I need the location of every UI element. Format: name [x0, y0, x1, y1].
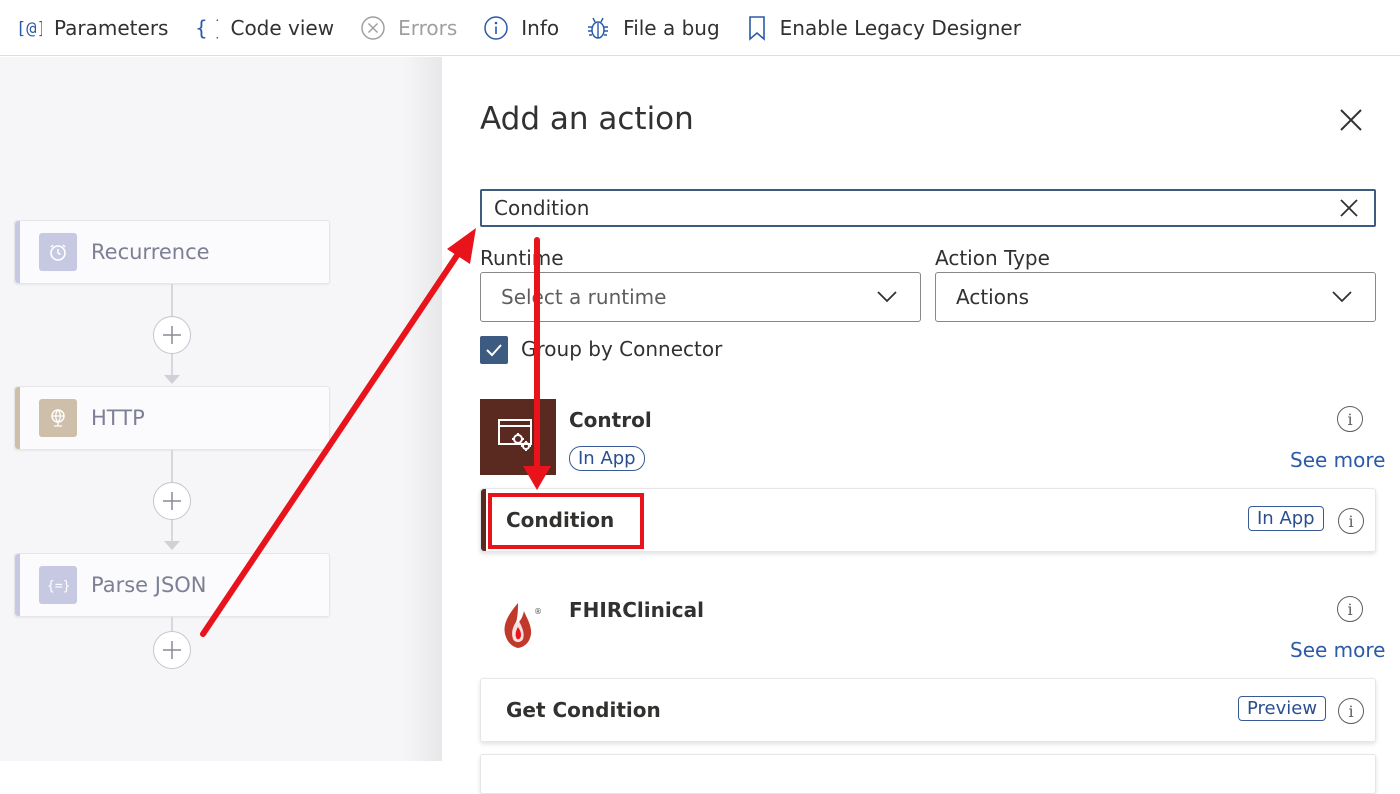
info-label: Info: [521, 15, 560, 40]
node-recurrence[interactable]: Recurrence: [14, 220, 330, 284]
node-accent-bar: [15, 554, 20, 616]
code-view-button[interactable]: { } Code view: [194, 15, 334, 41]
connector-arrow: [164, 375, 180, 384]
action-name: Condition: [506, 508, 615, 532]
svg-text:{ }: { }: [195, 16, 218, 40]
connector-info-button[interactable]: i: [1337, 406, 1363, 432]
legacy-designer-button[interactable]: Enable Legacy Designer: [746, 15, 1021, 41]
see-more-fhir-link[interactable]: See more: [1290, 638, 1385, 662]
code-view-icon: { }: [194, 15, 218, 41]
errors-label: Errors: [398, 15, 458, 40]
designer-toolbar: [@] Parameters { } Code view Errors Info…: [0, 0, 1400, 56]
connector-info-button[interactable]: i: [1337, 596, 1363, 622]
chevron-down-icon: [1332, 291, 1352, 303]
plus-icon: [163, 641, 181, 659]
clock-icon: [39, 233, 77, 271]
close-panel-button[interactable]: [1336, 105, 1366, 135]
add-step-button[interactable]: [153, 631, 191, 669]
connector-line: [171, 617, 173, 631]
parameters-button[interactable]: [@] Parameters: [16, 15, 168, 41]
add-step-button[interactable]: [153, 316, 191, 354]
action-type-dropdown[interactable]: Actions: [935, 272, 1376, 322]
action-info-button[interactable]: i: [1338, 508, 1364, 534]
bug-icon: [585, 15, 611, 41]
action-condition[interactable]: Condition In App i: [480, 488, 1376, 552]
search-input[interactable]: [482, 192, 1322, 224]
connector-name-control: Control: [569, 408, 652, 432]
node-label: Parse JSON: [91, 573, 207, 597]
action-info-button[interactable]: i: [1338, 698, 1364, 724]
add-action-panel: Add an action Runtime Select a runtime A…: [442, 57, 1400, 794]
action-type-label: Action Type: [935, 246, 1050, 270]
preview-badge: Preview: [1238, 696, 1327, 721]
connector-name-fhirclinical: FHIRClinical: [569, 598, 704, 622]
file-bug-label: File a bug: [623, 15, 720, 40]
in-app-badge: In App: [569, 446, 645, 471]
plus-icon: [163, 326, 181, 344]
node-http[interactable]: HTTP: [14, 386, 330, 450]
action-type-value: Actions: [956, 285, 1030, 309]
action-get-condition[interactable]: Get Condition Preview i: [480, 678, 1376, 742]
add-step-button[interactable]: [153, 482, 191, 520]
group-by-connector-checkbox[interactable]: [480, 336, 508, 364]
svg-text:[@]: [@]: [16, 19, 42, 39]
action-name: Get Condition: [506, 698, 661, 722]
code-view-label: Code view: [230, 15, 335, 40]
clear-search-button[interactable]: [1338, 197, 1360, 219]
group-by-connector-label: Group by Connector: [521, 337, 723, 361]
legacy-designer-label: Enable Legacy Designer: [779, 15, 1021, 40]
connector-arrow: [164, 541, 180, 550]
file-bug-button[interactable]: File a bug: [585, 15, 720, 41]
clear-icon: [1340, 199, 1358, 217]
node-accent-bar: [15, 221, 20, 283]
panel-title: Add an action: [480, 101, 694, 137]
search-box: [480, 189, 1376, 227]
info-button[interactable]: Info: [483, 15, 559, 41]
node-label: HTTP: [91, 406, 145, 430]
canvas-shadow: [402, 57, 442, 761]
node-parse-json[interactable]: {=} Parse JSON: [14, 553, 330, 617]
svg-text:{=}: {=}: [47, 579, 70, 594]
checkmark-icon: [486, 344, 502, 357]
control-gear-icon: [480, 399, 556, 475]
node-accent-bar: [15, 387, 20, 449]
workflow-canvas: Recurrence HTTP {=} Parse JSON: [0, 57, 442, 761]
in-app-badge: In App: [1248, 506, 1324, 531]
node-label: Recurrence: [91, 240, 210, 264]
action-card-next[interactable]: [480, 754, 1376, 794]
fhir-flame-icon: ®: [480, 589, 556, 665]
runtime-label: Runtime: [480, 246, 564, 270]
info-icon: [483, 15, 509, 41]
svg-text:®: ®: [534, 607, 542, 616]
globe-icon: [39, 399, 77, 437]
errors-button[interactable]: Errors: [360, 15, 457, 41]
action-accent-bar: [481, 489, 486, 551]
runtime-dropdown[interactable]: Select a runtime: [480, 272, 921, 322]
close-icon: [1340, 109, 1362, 131]
see-more-control-link[interactable]: See more: [1290, 448, 1385, 472]
json-icon: {=}: [39, 566, 77, 604]
bookmark-icon: [746, 15, 768, 41]
runtime-placeholder: Select a runtime: [501, 285, 667, 309]
chevron-down-icon: [877, 291, 897, 303]
errors-icon: [360, 15, 386, 41]
parameters-icon: [@]: [16, 15, 42, 41]
parameters-label: Parameters: [54, 15, 169, 40]
plus-icon: [163, 492, 181, 510]
